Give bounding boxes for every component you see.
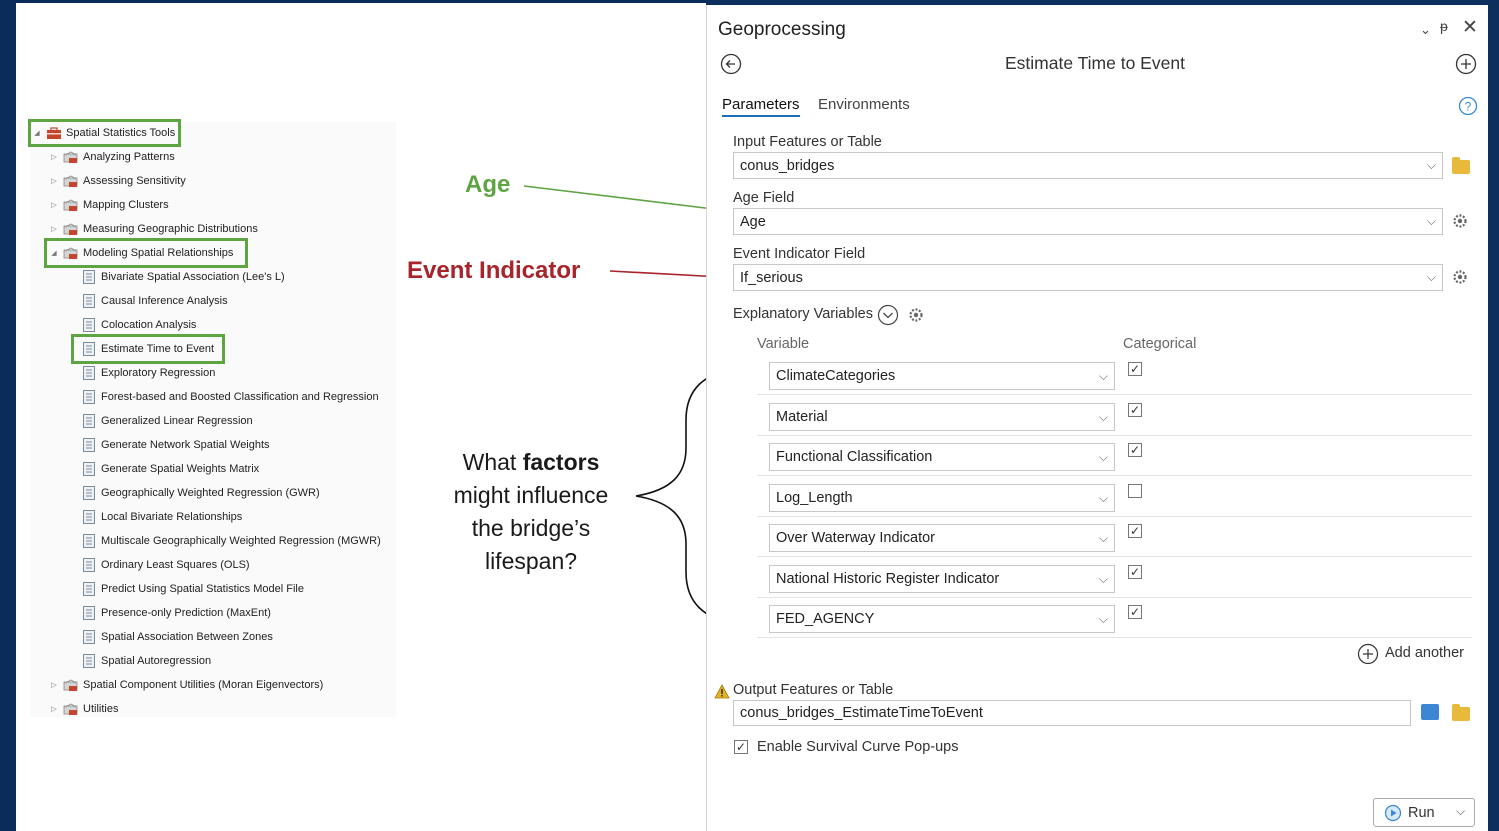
output-features-label: Output Features or Table xyxy=(733,682,894,698)
event-field-select[interactable]: If_serious ⌵ xyxy=(733,264,1443,291)
chevron-down-icon: ⌵ xyxy=(1098,409,1108,424)
variable-value: FED_AGENCY xyxy=(776,611,875,627)
play-icon xyxy=(1384,804,1402,827)
chevron-down-icon: ⌵ xyxy=(1426,214,1436,228)
close-icon[interactable]: ✕ xyxy=(1462,16,1478,39)
variable-value: Log_Length xyxy=(776,489,853,506)
variable-select[interactable]: National Historic Register Indicator ⌵ xyxy=(769,564,1115,593)
gear-icon[interactable] xyxy=(1451,268,1469,286)
question-text: What factors might influence the bridge’… xyxy=(420,446,642,578)
survival-popups-checkbox[interactable]: ✓ xyxy=(734,740,748,754)
input-features-value: conus_bridges xyxy=(740,157,835,174)
database-icon[interactable] xyxy=(1421,704,1439,720)
add-another-link[interactable]: Add another xyxy=(1385,645,1464,661)
explanatory-variable-row: ClimateCategories ⌵ ✓ xyxy=(757,354,1472,395)
explanatory-variable-row: National Historic Register Indicator ⌵ ✓ xyxy=(757,557,1472,598)
explanatory-variable-row: FED_AGENCY ⌵ ✓ xyxy=(757,597,1472,638)
chevron-down-icon: ⌵ xyxy=(1098,531,1108,545)
question-line-4: lifespan? xyxy=(484,548,578,574)
pane-options-chevron-icon[interactable]: ⌄ xyxy=(1420,22,1431,38)
variable-select[interactable]: ClimateCategories ⌵ xyxy=(769,362,1115,390)
variable-select[interactable]: Functional Classification ⌵ xyxy=(769,443,1115,471)
gear-icon[interactable] xyxy=(907,306,925,324)
explanatory-variables-label: Explanatory Variables xyxy=(733,306,873,322)
svg-text:?: ? xyxy=(1465,100,1472,114)
tab-environments[interactable]: Environments xyxy=(818,96,910,113)
run-button[interactable]: Run ⌵ xyxy=(1373,798,1475,827)
run-label: Run xyxy=(1408,805,1435,821)
column-categorical-header: Categorical xyxy=(1123,336,1197,352)
variable-value: Functional Classification xyxy=(776,449,933,465)
variable-select[interactable]: FED_AGENCY ⌵ xyxy=(769,605,1115,633)
chevron-down-icon: ⌵ xyxy=(1098,450,1108,464)
tool-title: Estimate Time to Event xyxy=(1005,53,1185,73)
variable-select[interactable]: Log_Length ⌵ xyxy=(769,483,1115,512)
add-another-icon[interactable] xyxy=(1357,643,1379,670)
chevron-down-icon: ⌵ xyxy=(1426,158,1436,172)
question-line-2: might influence xyxy=(453,482,609,508)
variable-value: Over Waterway Indicator xyxy=(776,530,936,546)
pane-title: Geoprocessing xyxy=(718,19,846,40)
gear-icon[interactable] xyxy=(1451,212,1469,230)
chevron-down-icon: ⌵ xyxy=(1098,490,1108,505)
input-features-label: Input Features or Table xyxy=(733,134,882,150)
event-field-value: If_serious xyxy=(740,269,803,286)
question-bold-word: factors xyxy=(522,449,600,475)
pin-icon[interactable]: ᵽ xyxy=(1440,18,1448,34)
collapse-chevron-icon[interactable] xyxy=(877,304,899,331)
categorical-checkbox[interactable]: ✓ xyxy=(1128,605,1142,619)
tab-parameters[interactable]: Parameters xyxy=(722,96,800,117)
age-field-value: Age xyxy=(740,213,766,230)
survival-popups-label: Enable Survival Curve Pop-ups xyxy=(757,739,959,755)
variable-value: National Historic Register Indicator xyxy=(776,570,1000,587)
column-variable-header: Variable xyxy=(757,336,810,352)
categorical-checkbox[interactable]: ✓ xyxy=(1128,402,1142,417)
explanatory-variable-row: Functional Classification ⌵ ✓ xyxy=(757,435,1472,476)
categorical-checkbox[interactable]: ✓ xyxy=(1128,564,1142,579)
categorical-checkbox[interactable]: ✓ xyxy=(1128,362,1142,376)
input-features-select[interactable]: conus_bridges ⌵ xyxy=(733,152,1443,179)
chevron-down-icon: ⌵ xyxy=(1426,270,1436,284)
variable-select[interactable]: Material ⌵ xyxy=(769,402,1115,431)
chevron-down-icon: ⌵ xyxy=(1098,612,1108,626)
categorical-checkbox[interactable] xyxy=(1128,483,1142,498)
explanatory-variable-row: Log_Length ⌵ xyxy=(757,476,1472,517)
browse-folder-icon[interactable] xyxy=(1452,704,1470,721)
chevron-down-icon: ⌵ xyxy=(1098,369,1108,383)
variable-value: ClimateCategories xyxy=(776,368,896,384)
age-field-select[interactable]: Age ⌵ xyxy=(733,208,1443,235)
run-options-chevron-icon[interactable]: ⌵ xyxy=(1456,804,1465,819)
categorical-checkbox[interactable]: ✓ xyxy=(1128,524,1142,538)
browse-folder-icon[interactable] xyxy=(1452,157,1470,174)
output-features-input[interactable]: conus_bridges_EstimateTimeToEvent xyxy=(733,700,1411,726)
question-line-1: What xyxy=(462,449,523,475)
help-icon[interactable]: ? xyxy=(1458,96,1478,121)
explanatory-variable-row: Over Waterway Indicator ⌵ ✓ xyxy=(757,516,1472,557)
warning-icon xyxy=(714,684,730,704)
add-icon[interactable] xyxy=(1455,53,1477,80)
age-field-label: Age Field xyxy=(733,190,795,206)
explanatory-variable-row: Material ⌵ ✓ xyxy=(757,395,1472,436)
chevron-down-icon: ⌵ xyxy=(1098,571,1108,586)
back-icon[interactable] xyxy=(720,53,742,80)
event-field-label: Event Indicator Field xyxy=(733,246,866,262)
variable-select[interactable]: Over Waterway Indicator ⌵ xyxy=(769,524,1115,552)
variable-value: Material xyxy=(776,408,828,425)
question-line-3: the bridge’s xyxy=(471,515,591,541)
output-features-value: conus_bridges_EstimateTimeToEvent xyxy=(740,705,983,721)
categorical-checkbox[interactable]: ✓ xyxy=(1128,443,1142,457)
